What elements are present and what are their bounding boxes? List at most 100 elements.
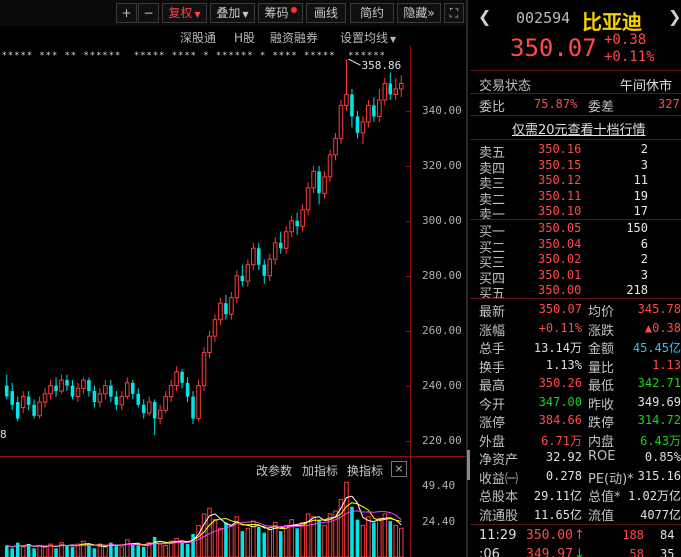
event-marker: *	[97, 51, 102, 61]
tick-count: 84	[660, 528, 675, 542]
candle	[283, 226, 289, 254]
price-tick-mark	[406, 220, 410, 222]
stat-value: 13.14万	[533, 341, 582, 355]
prev-stock-icon[interactable]: ❮	[478, 7, 491, 26]
notification-dot-icon	[290, 7, 297, 13]
candle-body	[109, 385, 113, 397]
double-chevron-right-icon: »	[427, 6, 435, 20]
candle	[382, 77, 388, 106]
event-marker: *	[153, 51, 158, 61]
event-marker: *	[330, 51, 335, 61]
switch-indicator-button[interactable]: 换指标	[347, 462, 383, 479]
volume-bar	[355, 519, 360, 557]
trade-status-value: 午间休市	[620, 79, 673, 94]
simple-mode-button[interactable]: 简约	[350, 3, 394, 23]
candle	[130, 380, 135, 400]
ask-row[interactable]: 卖一 350.10 17	[470, 204, 681, 223]
stock-name: 比亚迪	[582, 10, 642, 34]
weibi-value: 75.87%	[534, 97, 578, 111]
stat-row: 涨幅 +0.11% 涨跌 ▲0.38	[470, 320, 681, 339]
candle-body	[398, 82, 404, 90]
depth-link-row: 仅需20元查看十档行情	[470, 119, 681, 138]
adjust-dropdown[interactable]: 复权 ▼	[162, 3, 207, 23]
stat-label: 收益㈠	[479, 471, 519, 487]
volume-bar	[278, 531, 283, 557]
stat-label: 最新	[479, 305, 506, 320]
overlay-dropdown[interactable]: 叠加 ▼	[210, 3, 255, 23]
candle	[114, 391, 119, 411]
kline-chart-pane: + − 复权 ▼ 叠加 ▼ 筹码 画线 简约 隐藏» ⛶ 深股通 H股 融资融券 设…	[0, 0, 466, 557]
bid-row[interactable]: 买一 350.05 150	[470, 221, 681, 240]
divider	[470, 219, 681, 220]
candle	[109, 380, 113, 403]
weicha-value: 327	[658, 97, 680, 111]
event-marker: *	[286, 51, 291, 61]
price-tick-label: 240.00	[422, 378, 462, 392]
volume-bar	[240, 531, 245, 557]
event-marker: *	[21, 51, 26, 61]
bid-row[interactable]: 买三 350.02 2	[470, 252, 681, 271]
event-marker: *	[317, 51, 322, 61]
stat-value: ▲0.38	[644, 320, 681, 335]
depth-upgrade-link[interactable]: 仅需20元查看十档行情	[512, 119, 646, 138]
event-marker: *	[90, 51, 95, 61]
chart-toolbar: + − 复权 ▼ 叠加 ▼ 筹码 画线 简约 隐藏» ⛶	[0, 0, 466, 26]
next-stock-icon[interactable]: ❯	[668, 7, 681, 26]
hide-button[interactable]: 隐藏»	[397, 3, 441, 23]
bid-row[interactable]: 买五 350.00 218	[470, 283, 681, 302]
ask-price: 350.12	[538, 173, 582, 188]
ask-row[interactable]: 卖三 350.12 11	[470, 173, 681, 192]
event-marker: *	[304, 51, 309, 61]
fullscreen-icon: ⛶	[449, 6, 459, 20]
volume-bar	[366, 516, 371, 557]
fullscreen-button[interactable]: ⛶	[444, 3, 464, 23]
candle-body	[240, 275, 245, 282]
candle	[322, 171, 327, 199]
chips-label: 筹码	[264, 6, 289, 20]
zoom-in-button[interactable]: +	[116, 3, 137, 23]
close-icon[interactable]: ×	[391, 461, 407, 477]
chart-divider	[0, 456, 466, 457]
volume-bar	[37, 545, 42, 557]
volume-bar	[245, 527, 251, 557]
tab-h-share[interactable]: H股	[234, 29, 255, 46]
tab-margin-trading[interactable]: 融资融券	[270, 29, 318, 46]
bid-row[interactable]: 买四 350.01 3	[470, 268, 681, 287]
candle-body	[366, 104, 371, 123]
stat-label: 涨跌	[588, 323, 615, 339]
zoom-out-button[interactable]: −	[138, 3, 159, 23]
event-marker: *	[241, 51, 246, 61]
price-tick-mark	[406, 110, 410, 112]
volume-bar	[229, 524, 234, 557]
bid-volume: 6	[640, 236, 648, 251]
event-marker: *	[115, 51, 120, 61]
ask-row[interactable]: 卖五 350.16 2	[470, 142, 681, 161]
stat-value: 1.13%	[545, 357, 582, 372]
event-marker: *	[235, 51, 240, 61]
stat-value: 4077亿	[640, 507, 681, 522]
candle-body	[174, 371, 179, 387]
chips-button[interactable]: 筹码	[258, 3, 303, 23]
candle	[152, 399, 157, 436]
ask-row[interactable]: 卖二 350.11 19	[470, 189, 681, 208]
tab-sz-connect[interactable]: 深股通	[180, 29, 216, 46]
stat-label: 总股本	[479, 490, 519, 505]
candle-body	[295, 220, 299, 227]
candle	[311, 165, 316, 194]
add-indicator-button[interactable]: 加指标	[302, 462, 338, 479]
volume-bar	[311, 516, 316, 557]
event-marker: *	[65, 51, 70, 61]
stat-row: 净资产 32.92 ROE 0.85%	[470, 449, 681, 468]
volume-bar	[119, 546, 125, 557]
candle	[245, 259, 251, 287]
bid-row[interactable]: 买二 350.04 6	[470, 236, 681, 256]
volume-bar	[180, 542, 184, 557]
draw-line-button[interactable]: 画线	[306, 3, 346, 23]
candle-body	[26, 396, 31, 405]
volume-bar	[322, 524, 327, 557]
ma-settings-dropdown[interactable]: 设置均线 ▼	[340, 29, 396, 46]
candle	[163, 391, 168, 414]
modify-params-button[interactable]: 改参数	[256, 462, 292, 479]
ask-row[interactable]: 卖四 350.15 3	[470, 157, 681, 177]
ask-price: 350.15	[538, 157, 582, 172]
